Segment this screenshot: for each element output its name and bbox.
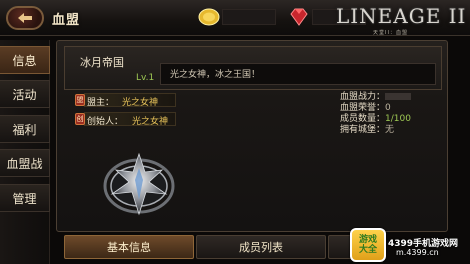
- watermark-logo: 游戏 大全: [350, 228, 386, 262]
- game-logo-subtitle: 天堂II：血盟: [373, 30, 408, 36]
- honor-value: 0: [385, 103, 391, 113]
- castle-value: 无: [385, 125, 395, 135]
- leader-name: 光之女神: [122, 98, 159, 108]
- clan-emblem-icon: [103, 152, 175, 216]
- watermark-site-url: m.4399.cn: [396, 248, 439, 257]
- founder-name: 光之女神: [132, 117, 169, 127]
- leader-label: 盟主：: [87, 98, 115, 108]
- gold-coin-icon: [198, 8, 220, 26]
- power-value: [385, 93, 412, 100]
- gold-amount: [222, 9, 276, 25]
- founder-label: 创始人：: [87, 117, 124, 127]
- members-value: 1/100: [385, 114, 411, 124]
- castle-label: 拥有城堡：: [340, 125, 386, 135]
- back-button[interactable]: [6, 6, 44, 30]
- sidebar-item-info[interactable]: 信息: [0, 46, 50, 74]
- watermark-badge-line2: 大全: [358, 245, 377, 255]
- game-logo: LINEAGE II: [336, 4, 467, 28]
- sidebar-item-activity[interactable]: 活动: [0, 80, 50, 108]
- sidebar-item-manage[interactable]: 管理: [0, 184, 50, 212]
- page-title: 血盟: [52, 13, 81, 28]
- members-label: 成员数量：: [340, 114, 386, 124]
- tab-basic-info[interactable]: 基本信息: [64, 235, 194, 259]
- clan-stats: 血盟战力： 血盟荣誉：0 成员数量：1/100 拥有城堡：无: [340, 92, 412, 136]
- tab-member-list[interactable]: 成员列表: [196, 235, 326, 259]
- ruby-gem-icon: [290, 8, 308, 26]
- honor-label: 血盟荣誉：: [340, 103, 386, 113]
- sidebar-item-welfare[interactable]: 福利: [0, 115, 50, 143]
- clan-slogan: 光之女神，冰之王国！: [170, 70, 261, 80]
- watermark-badge-line1: 游戏: [358, 235, 377, 245]
- sidebar-item-clan-war[interactable]: 血盟战: [0, 149, 50, 177]
- power-label: 血盟战力：: [340, 92, 386, 102]
- clan-level: Lv.1: [136, 73, 155, 83]
- clan-name: 冰月帝国: [80, 56, 124, 69]
- leader-badge-icon: 盟: [75, 94, 85, 106]
- back-arrow-icon: [18, 13, 32, 23]
- founder-badge-icon: 创: [75, 113, 85, 125]
